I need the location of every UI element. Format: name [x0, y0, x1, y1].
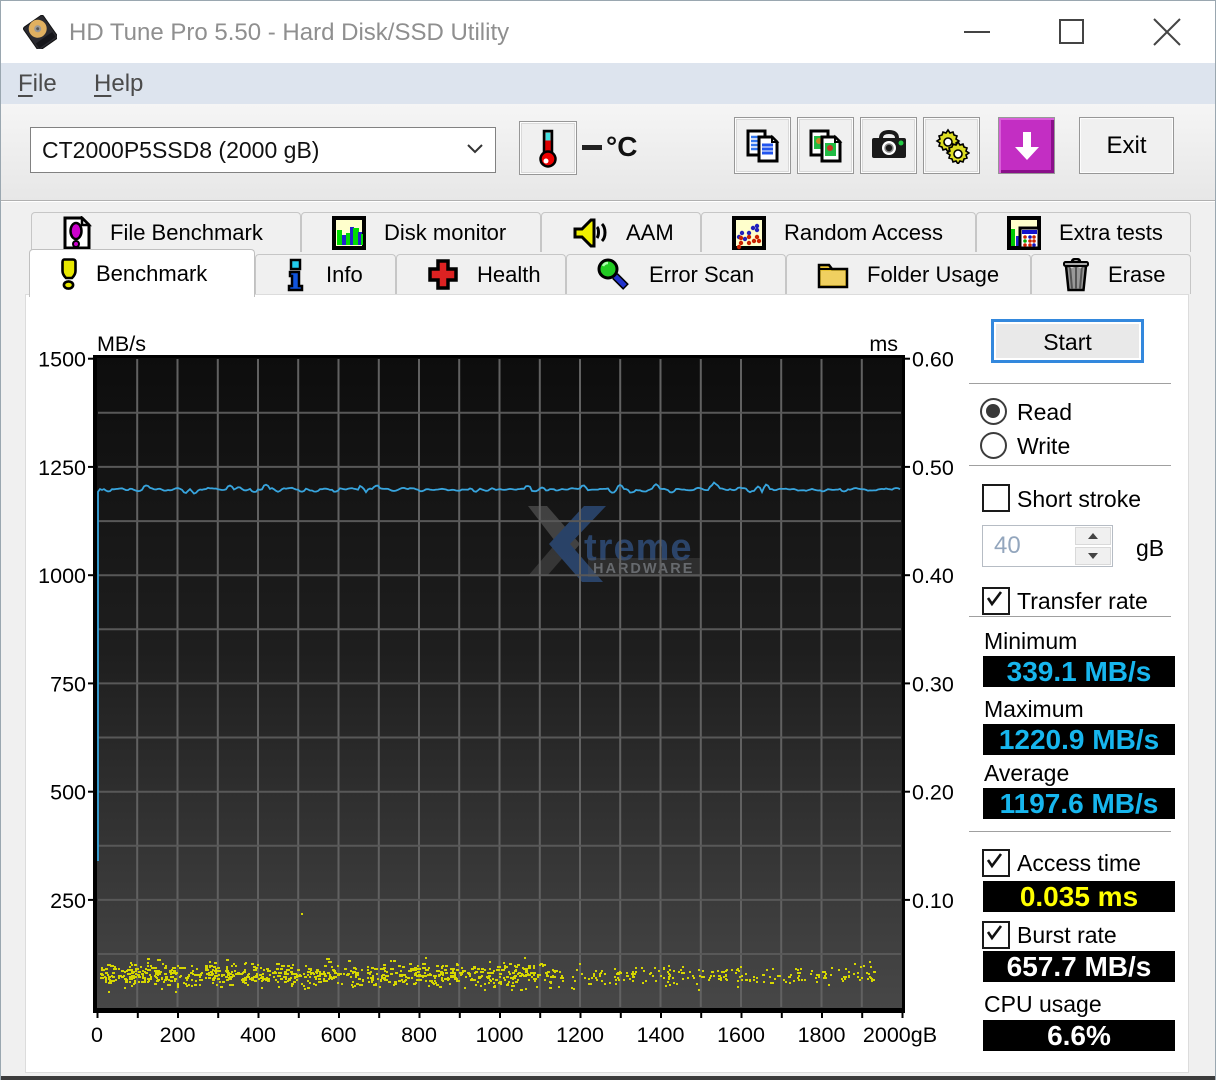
- svg-text:1000: 1000: [476, 1023, 524, 1047]
- svg-text:0.10: 0.10: [912, 889, 954, 913]
- svg-text:MB/s: MB/s: [97, 332, 146, 356]
- svg-text:400: 400: [240, 1023, 276, 1047]
- svg-text:250: 250: [50, 889, 86, 913]
- svg-text:1600: 1600: [717, 1023, 765, 1047]
- svg-text:ms: ms: [869, 332, 898, 356]
- svg-text:0.20: 0.20: [912, 781, 954, 805]
- svg-text:200: 200: [160, 1023, 196, 1047]
- svg-text:750: 750: [50, 672, 86, 696]
- svg-text:600: 600: [321, 1023, 357, 1047]
- svg-text:0.30: 0.30: [912, 672, 954, 696]
- svg-text:1200: 1200: [556, 1023, 604, 1047]
- svg-text:1000: 1000: [38, 564, 86, 588]
- svg-text:1250: 1250: [38, 456, 86, 480]
- svg-text:1800: 1800: [798, 1023, 846, 1047]
- svg-text:0.60: 0.60: [912, 348, 954, 372]
- svg-text:1400: 1400: [637, 1023, 685, 1047]
- svg-text:2000gB: 2000gB: [863, 1023, 937, 1047]
- svg-text:500: 500: [50, 781, 86, 805]
- svg-text:0.40: 0.40: [912, 564, 954, 588]
- svg-text:1500: 1500: [38, 348, 86, 372]
- svg-text:0.50: 0.50: [912, 456, 954, 480]
- svg-text:800: 800: [401, 1023, 437, 1047]
- svg-text:0: 0: [91, 1023, 103, 1047]
